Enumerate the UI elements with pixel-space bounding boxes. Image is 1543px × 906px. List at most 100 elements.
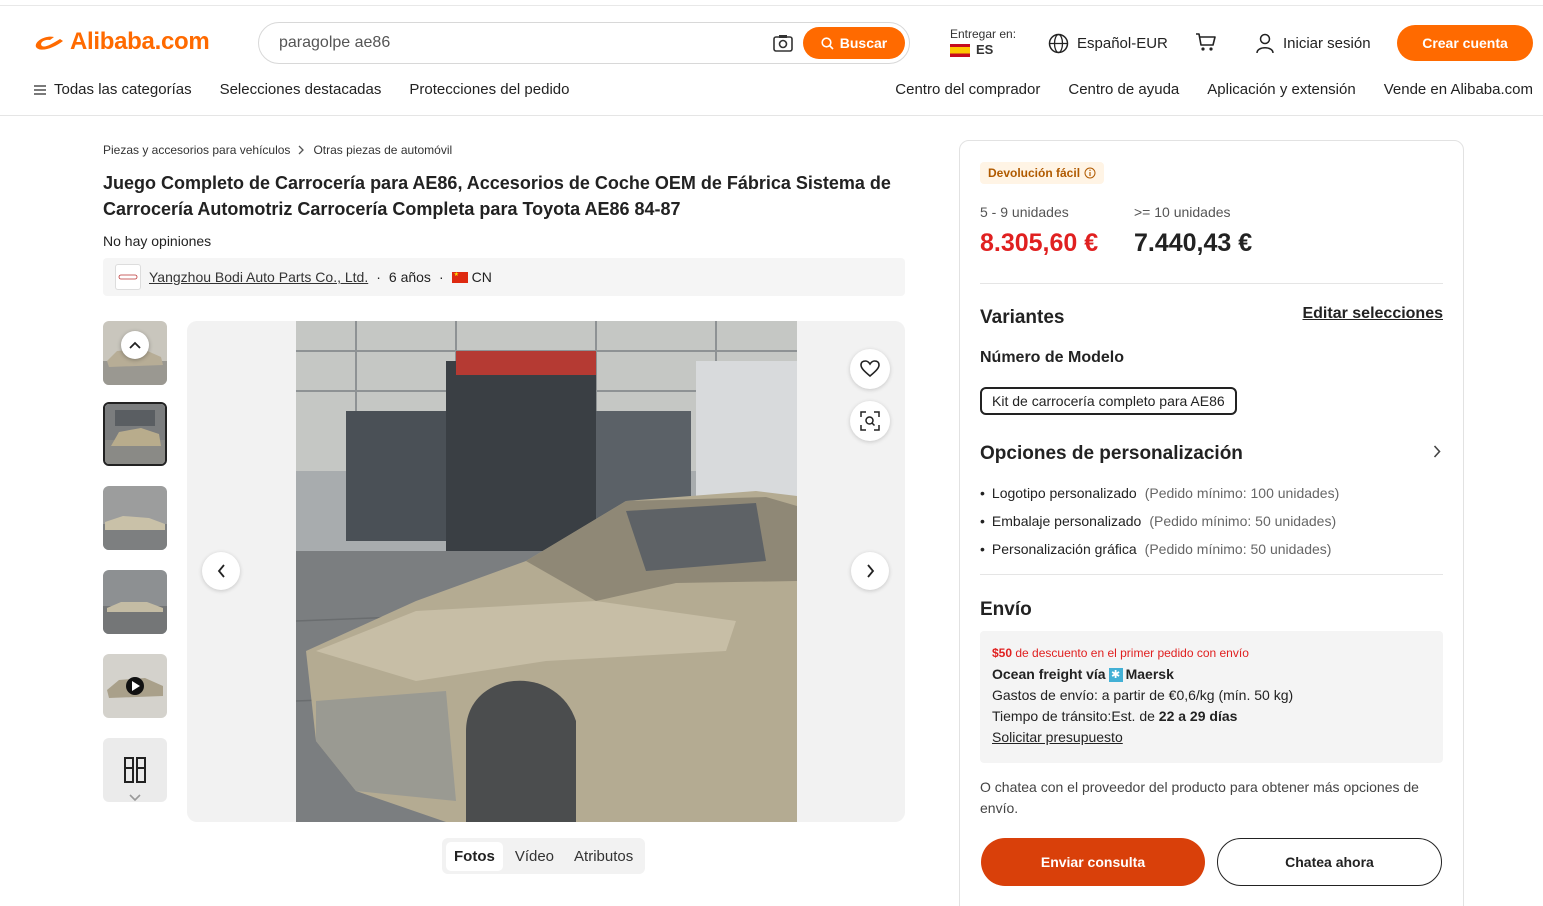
globe-icon <box>1048 33 1069 54</box>
thumbnail-active[interactable] <box>103 402 167 466</box>
customization-heading[interactable]: Opciones de personalización <box>980 443 1243 465</box>
previous-image-button[interactable] <box>202 552 240 590</box>
thumbnail-video[interactable] <box>103 654 167 718</box>
deliver-to[interactable]: Entregar en: ES <box>950 26 1016 58</box>
cart-icon <box>1196 33 1216 51</box>
thumbnail-scroll-down[interactable] <box>121 784 149 812</box>
product-main-image[interactable] <box>296 321 797 822</box>
chevron-up-icon <box>129 341 141 349</box>
app-extension-link[interactable]: Aplicación y extensión <box>1207 81 1355 98</box>
tab-attributes[interactable]: Atributos <box>566 842 641 871</box>
ship-carrier: Maersk <box>1125 666 1174 682</box>
media-tabs: Fotos Vídeo Atributos <box>442 838 646 874</box>
chevron-right-icon <box>866 564 874 578</box>
transit-value: 22 a 29 días <box>1158 708 1238 724</box>
breadcrumb: Piezas y accesorios para vehículos Otras… <box>103 143 452 157</box>
all-categories-link[interactable]: Todas las categorías <box>34 81 192 98</box>
signin-link[interactable]: Iniciar sesión <box>1255 33 1371 54</box>
ship-method-label: Ocean freight vía <box>992 666 1106 682</box>
language-selector[interactable]: Español-EUR <box>1048 33 1168 54</box>
chat-now-button[interactable]: Chatea ahora <box>1217 838 1442 886</box>
promo-text: de descuento en el primer pedido con env… <box>1015 646 1249 660</box>
breadcrumb-item[interactable]: Piezas y accesorios para vehículos <box>103 143 290 157</box>
order-protection-link[interactable]: Protecciones del pedido <box>409 81 569 98</box>
alibaba-logo-icon <box>35 36 63 50</box>
supplier-bar: Yangzhou Bodi Auto Parts Co., Ltd. · 6 a… <box>103 258 905 296</box>
nav-item-label: Todas las categorías <box>54 81 192 98</box>
search-bar: Buscar <box>258 22 910 64</box>
search-button[interactable]: Buscar <box>803 27 905 59</box>
maersk-icon: ✱ <box>1108 667 1123 682</box>
nav-right: Centro del comprador Centro de ayuda Apl… <box>895 81 1533 98</box>
visual-search-button[interactable] <box>850 401 890 441</box>
next-image-button[interactable] <box>851 552 889 590</box>
search-button-label: Buscar <box>839 35 888 51</box>
search-input[interactable] <box>259 24 771 62</box>
search-icon <box>821 36 834 50</box>
supplier-logo <box>115 264 141 290</box>
tab-video[interactable]: Vídeo <box>507 842 562 871</box>
customization-option: • Logotipo personalizado (Pedido mínimo: 1… <box>980 485 1340 501</box>
language-label: Español-EUR <box>1077 35 1168 52</box>
menu-icon <box>34 84 46 95</box>
chevron-right-icon <box>1433 445 1441 458</box>
model-number-label: Número de Modelo <box>980 349 1125 366</box>
image-search-icon[interactable] <box>771 31 795 55</box>
signin-label: Iniciar sesión <box>1283 35 1371 52</box>
easy-return-badge[interactable]: Devolución fácil <box>980 162 1105 184</box>
featured-selections-link[interactable]: Selecciones destacadas <box>220 81 382 98</box>
chat-note: O chatea con el proveedor del producto p… <box>980 779 1419 816</box>
tab-photos[interactable]: Fotos <box>446 841 503 871</box>
customization-expand[interactable] <box>1433 445 1441 461</box>
separator-dot: · <box>376 269 381 285</box>
favorite-button[interactable] <box>850 349 890 389</box>
shipping-method: Ocean freight vía ✱ Maersk <box>992 664 1431 685</box>
purchase-panel: Devolución fácil 5 - 9 unidades 8.305,60… <box>959 140 1464 906</box>
edit-selections-link[interactable]: Editar selecciones <box>1302 305 1443 323</box>
nav-left: Todas las categorías Selecciones destaca… <box>34 81 569 98</box>
chevron-down-icon <box>129 794 141 802</box>
variants-heading: Variantes <box>980 307 1065 328</box>
price-tier-value: 7.440,43 € <box>1134 229 1253 257</box>
thumbnail-scroll-up[interactable] <box>121 331 149 359</box>
create-account-button[interactable]: Crear cuenta <box>1397 25 1533 61</box>
info-icon <box>1084 167 1096 179</box>
transit-label: Tiempo de tránsito:Est. de <box>992 708 1155 724</box>
product-title: Juego Completo de Carrocería para AE86, … <box>103 173 891 219</box>
option-min: (Pedido mínimo: 50 unidades) <box>1144 541 1332 557</box>
thumbnail[interactable] <box>103 486 167 550</box>
option-name: Logotipo personalizado <box>991 485 1137 501</box>
price-tier-range: >= 10 unidades <box>1134 204 1231 220</box>
price-tier-range: 5 - 9 unidades <box>980 204 1069 220</box>
site-header: Alibaba.com Buscar Entregar en: ES Españ… <box>0 6 1543 116</box>
alibaba-logo[interactable]: Alibaba.com <box>32 28 210 56</box>
china-flag-icon <box>451 271 468 283</box>
thumbnail[interactable] <box>103 570 167 634</box>
spain-flag-icon <box>950 43 970 57</box>
price-tier-value: 8.305,60 € <box>980 229 1099 257</box>
product-gallery <box>187 321 905 822</box>
request-quote-link[interactable]: Solicitar presupuesto <box>992 727 1431 748</box>
help-center-link[interactable]: Centro de ayuda <box>1068 81 1179 98</box>
breadcrumb-item[interactable]: Otras piezas de automóvil <box>313 143 452 157</box>
shipping-cost: Gastos de envío: a partir de €0,6/kg (mí… <box>992 687 1294 703</box>
shipping-box: $50 de descuento en el primer pedido con… <box>980 631 1443 763</box>
scan-icon <box>860 411 880 431</box>
transit-time: Tiempo de tránsito:Est. de 22 a 29 días <box>992 706 1431 727</box>
supplier-country: CN <box>471 269 492 285</box>
user-icon <box>1256 33 1274 54</box>
supplier-years: 6 años <box>388 269 431 285</box>
cart-button[interactable] <box>1195 31 1217 56</box>
shipping-promo: $50 de descuento en el primer pedido con… <box>992 643 1431 664</box>
supplier-name[interactable]: Yangzhou Bodi Auto Parts Co., Ltd. <box>149 269 368 285</box>
deliver-country: ES <box>976 42 994 57</box>
option-min: (Pedido mínimo: 50 unidades) <box>1149 513 1337 529</box>
sell-on-alibaba-link[interactable]: Vende en Alibaba.com <box>1384 81 1533 98</box>
send-inquiry-button[interactable]: Enviar consulta <box>981 838 1205 886</box>
buyer-center-link[interactable]: Centro del comprador <box>895 81 1040 98</box>
model-option-chip[interactable]: Kit de carrocería completo para AE86 <box>980 387 1237 415</box>
customization-options: • Logotipo personalizado (Pedido mínimo: 1… <box>980 479 1339 563</box>
heart-icon <box>860 360 880 378</box>
supplier-country-group: CN <box>451 269 492 285</box>
option-min: (Pedido mínimo: 100 unidades) <box>1144 485 1340 501</box>
